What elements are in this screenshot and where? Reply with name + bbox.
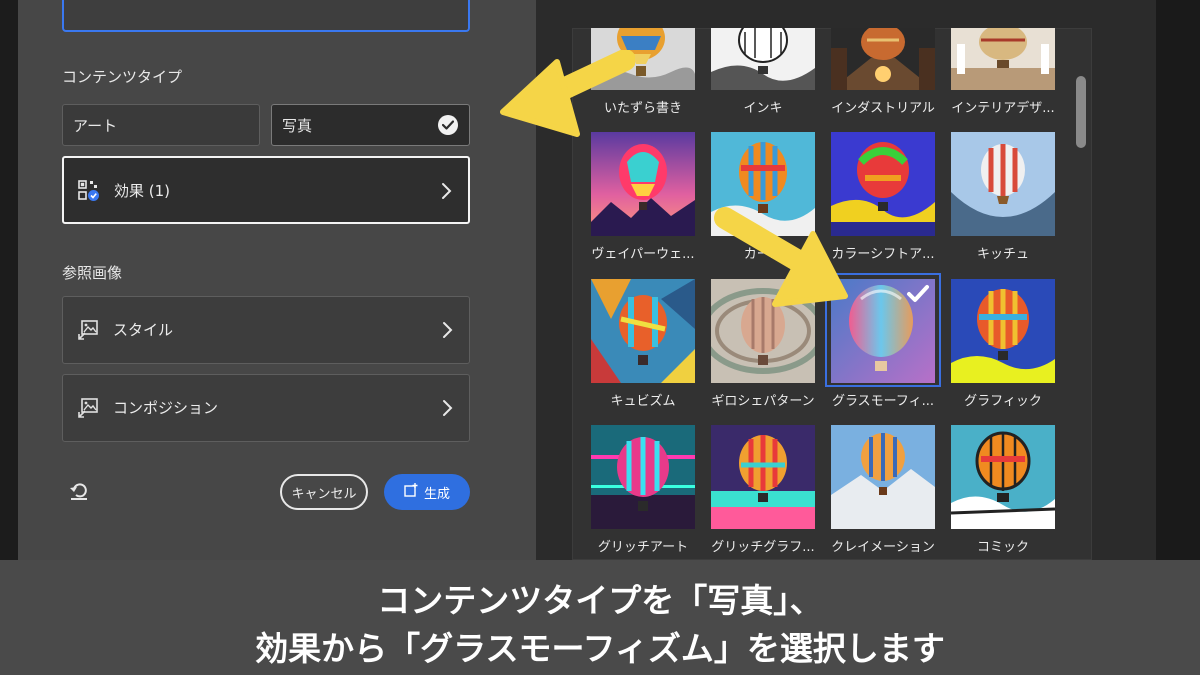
effect-label: クレイメーション — [831, 540, 935, 555]
reference-image-heading: 参照画像 — [62, 264, 123, 282]
composition-reference-button[interactable]: コンポジション — [62, 374, 470, 442]
effect-thumbnail[interactable] — [711, 425, 815, 529]
generate-button[interactable]: 生成 — [384, 474, 470, 510]
annotation-arrow-right — [714, 207, 848, 307]
effect-label: キュビズム — [610, 394, 676, 409]
effect-label: インダストリアル — [831, 101, 935, 116]
effect-thumbnail[interactable] — [831, 425, 935, 529]
reset-icon[interactable] — [68, 480, 90, 502]
image-reference-icon — [77, 397, 99, 419]
effects-label: 効果 (1) — [114, 182, 171, 200]
style-label: スタイル — [113, 321, 174, 339]
screenshot-root: コンテンツタイプ アート 写真 効果 (1) 参照画像 スタイル コンポジション… — [0, 0, 1200, 675]
effect-thumbnail[interactable] — [591, 132, 695, 236]
caption-line-2: 効果から「グラスモーフィズム」を選択します — [255, 629, 945, 668]
composition-label: コンポジション — [113, 399, 219, 417]
effects-icon — [78, 180, 100, 202]
effect-label: グリッチグラフ... — [711, 540, 815, 555]
style-reference-button[interactable]: スタイル — [62, 296, 470, 364]
effect-label: コミック — [976, 540, 1029, 555]
cancel-button[interactable]: キャンセル — [280, 474, 368, 510]
chevron-right-icon — [440, 182, 452, 200]
effect-thumbnail[interactable] — [951, 425, 1055, 529]
prompt-input-box[interactable] — [62, 0, 470, 32]
image-reference-icon — [77, 319, 99, 341]
effect-thumbnail[interactable] — [591, 425, 695, 529]
generate-label: 生成 — [423, 486, 450, 502]
chevron-right-icon — [441, 321, 453, 339]
selected-checkmark-icon — [904, 280, 932, 308]
gallery-scrollbar-thumb[interactable] — [1076, 76, 1086, 148]
art-button-label: アート — [73, 116, 118, 135]
content-type-photo-button[interactable]: 写真 — [271, 104, 470, 146]
generate-icon — [404, 483, 418, 501]
instruction-caption: コンテンツタイプを「写真」、 効果から「グラスモーフィズム」を選択します — [0, 560, 1200, 675]
effect-label: キッチュ — [976, 247, 1029, 262]
effect-label: ギロシェパターン — [711, 394, 815, 409]
window-edge — [1156, 0, 1200, 560]
effect-thumbnail[interactable] — [831, 28, 935, 90]
effect-label: インキ — [743, 101, 783, 116]
effect-thumbnail[interactable] — [951, 279, 1055, 383]
effects-button[interactable]: 効果 (1) — [62, 156, 470, 224]
effect-label: グリッチアート — [597, 540, 689, 555]
effect-thumbnail[interactable] — [951, 28, 1055, 90]
effect-label: インテリアデザ... — [951, 101, 1055, 116]
chevron-right-icon — [441, 399, 453, 417]
cancel-label: キャンセル — [291, 486, 357, 502]
effect-thumbnail[interactable] — [951, 132, 1055, 236]
effect-thumbnail[interactable] — [591, 279, 695, 383]
caption-line-1: コンテンツタイプを「写真」、 — [377, 581, 823, 620]
checkmark-icon — [438, 115, 458, 135]
effect-label: グラスモーフィ... — [831, 394, 935, 409]
annotation-arrow-left — [500, 50, 635, 137]
content-type-art-button[interactable]: アート — [62, 104, 260, 146]
effect-label: グラフィック — [964, 394, 1042, 409]
effect-label: ヴェイパーウェ... — [591, 247, 695, 262]
effect-thumbnail[interactable] — [711, 28, 815, 90]
content-type-heading: コンテンツタイプ — [62, 68, 183, 86]
photo-button-label: 写真 — [282, 116, 313, 135]
